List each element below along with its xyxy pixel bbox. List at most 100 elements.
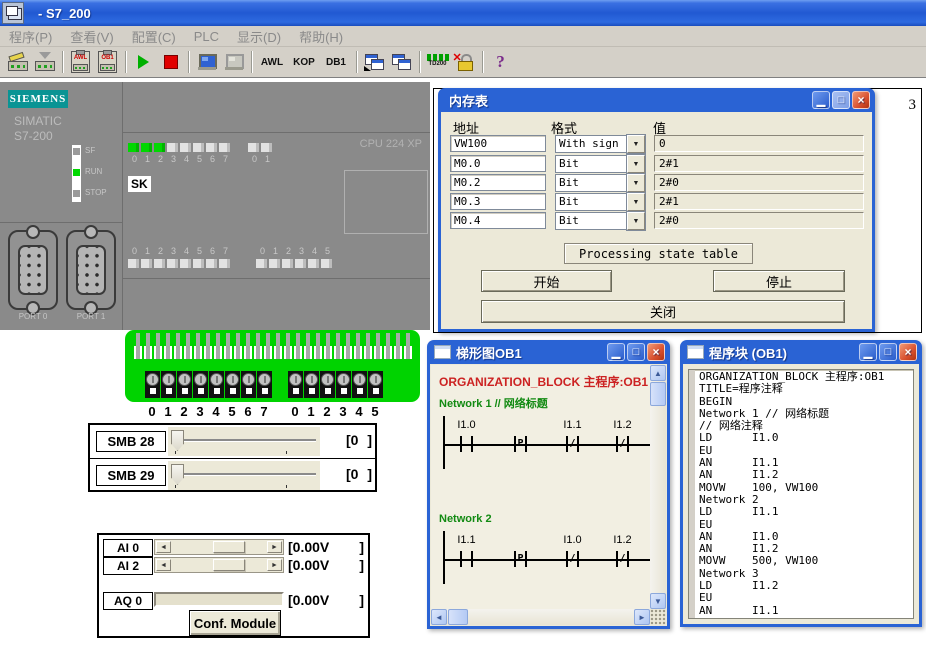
arrange-windows-button[interactable] bbox=[388, 49, 415, 75]
input-switch[interactable] bbox=[177, 371, 192, 398]
stop-button[interactable]: 停止 bbox=[713, 270, 845, 292]
minimize-button[interactable]: ▁ bbox=[607, 343, 625, 361]
menu-view[interactable]: 查看(V) bbox=[61, 27, 122, 46]
format-select[interactable]: With sign ▼ bbox=[555, 135, 645, 153]
input-switch[interactable] bbox=[304, 371, 319, 398]
load-program-button[interactable] bbox=[4, 49, 31, 75]
contact-nc[interactable]: I1.0 / bbox=[566, 551, 579, 567]
dropdown-arrow-icon[interactable]: ▼ bbox=[627, 212, 645, 230]
contact-no[interactable]: I1.1 bbox=[460, 551, 473, 567]
format-select[interactable]: Bit ▼ bbox=[555, 212, 645, 230]
close-button[interactable]: × bbox=[647, 343, 665, 361]
slider-thumb[interactable] bbox=[171, 464, 184, 485]
format-select[interactable]: Bit ▼ bbox=[555, 193, 645, 211]
db1-view-button[interactable]: DB1 bbox=[320, 49, 352, 75]
input-switch[interactable] bbox=[368, 371, 383, 398]
close-button[interactable]: × bbox=[852, 91, 870, 109]
ai2-scrollbar[interactable]: ◄ ► bbox=[154, 557, 284, 573]
address-input[interactable] bbox=[450, 193, 546, 210]
scroll-down-arrow[interactable]: ▼ bbox=[650, 593, 666, 609]
kop-view-button[interactable]: KOP bbox=[288, 49, 320, 75]
scroll-up-arrow[interactable]: ▲ bbox=[650, 365, 666, 381]
contact-edge[interactable]: P bbox=[514, 436, 527, 452]
processing-state-table-button[interactable]: Processing state table bbox=[564, 243, 753, 264]
unlock-button[interactable]: ✕ bbox=[451, 49, 478, 75]
stl-code-area[interactable]: ORGANIZATION_BLOCK 主程序:OB1 TITLE=程序注释 BE… bbox=[688, 369, 914, 619]
address-input[interactable] bbox=[450, 155, 546, 172]
maximize-button[interactable]: □ bbox=[832, 91, 850, 109]
maximize-button[interactable]: □ bbox=[879, 343, 897, 361]
minimize-button[interactable]: ▁ bbox=[812, 91, 830, 109]
input-switch[interactable] bbox=[320, 371, 335, 398]
input-switch[interactable] bbox=[209, 371, 224, 398]
help-button[interactable]: ? bbox=[487, 49, 514, 75]
format-select[interactable]: Bit ▼ bbox=[555, 174, 645, 192]
input-switch[interactable] bbox=[193, 371, 208, 398]
run-button[interactable] bbox=[130, 49, 157, 75]
scroll-left-arrow[interactable]: ◄ bbox=[156, 541, 171, 553]
contact-no[interactable]: I1.0 bbox=[460, 436, 473, 452]
scroll-thumb[interactable] bbox=[213, 541, 245, 553]
input-switch[interactable] bbox=[145, 371, 160, 398]
awl-view-button[interactable]: AWL bbox=[256, 49, 288, 75]
slider-thumb[interactable] bbox=[171, 430, 184, 451]
menu-display[interactable]: 显示(D) bbox=[228, 27, 290, 46]
program-block-titlebar[interactable]: 程序块 (OB1) ▁ □ × bbox=[683, 340, 919, 364]
conf-module-button[interactable]: Conf. Module bbox=[189, 610, 281, 636]
start-button[interactable]: 开始 bbox=[481, 270, 612, 292]
ob1-editor-button[interactable]: OB1 bbox=[94, 49, 121, 75]
close-table-button[interactable]: 关闭 bbox=[481, 300, 845, 323]
input-switch[interactable] bbox=[257, 371, 272, 398]
scroll-thumb[interactable] bbox=[448, 609, 468, 625]
contact-nc[interactable]: I1.1 / bbox=[566, 436, 579, 452]
minimize-button[interactable]: ▁ bbox=[859, 343, 877, 361]
contact-nc[interactable]: I1.2 / bbox=[616, 436, 629, 452]
menu-program[interactable]: 程序(P) bbox=[0, 27, 61, 46]
maximize-button[interactable]: □ bbox=[627, 343, 645, 361]
contact-nc[interactable]: I1.2 / bbox=[616, 551, 629, 567]
input-switch[interactable] bbox=[336, 371, 351, 398]
scroll-thumb[interactable] bbox=[650, 382, 666, 406]
scroll-left-arrow[interactable]: ◄ bbox=[431, 609, 447, 625]
input-switch[interactable] bbox=[161, 371, 176, 398]
memory-table-titlebar[interactable]: 内存表 ▁ □ × bbox=[441, 88, 872, 112]
input-switch[interactable] bbox=[288, 371, 303, 398]
scroll-left-arrow[interactable]: ◄ bbox=[156, 559, 171, 571]
menu-config[interactable]: 配置(C) bbox=[123, 27, 185, 46]
dropdown-arrow-icon[interactable]: ▼ bbox=[627, 135, 645, 153]
td200-button[interactable]: TD200 bbox=[424, 49, 451, 75]
scroll-thumb[interactable] bbox=[213, 559, 245, 571]
address-input[interactable] bbox=[450, 174, 546, 191]
scroll-right-arrow[interactable]: ► bbox=[634, 609, 650, 625]
scroll-right-arrow[interactable]: ► bbox=[267, 541, 282, 553]
resize-grip[interactable] bbox=[650, 609, 666, 625]
vertical-scrollbar[interactable]: ▲ ▼ bbox=[650, 365, 666, 609]
menu-help[interactable]: 帮助(H) bbox=[290, 27, 352, 46]
smb29-slider[interactable] bbox=[168, 461, 320, 490]
dropdown-arrow-icon[interactable]: ▼ bbox=[627, 155, 645, 173]
smb28-slider[interactable] bbox=[168, 427, 320, 456]
input-switch[interactable] bbox=[225, 371, 240, 398]
input-switch[interactable] bbox=[352, 371, 367, 398]
ladder-titlebar[interactable]: 梯形图OB1 ▁ □ × bbox=[430, 340, 667, 364]
horizontal-scrollbar[interactable]: ◄ ► bbox=[431, 609, 650, 625]
awl-editor-button[interactable]: AWL bbox=[67, 49, 94, 75]
stop-led bbox=[73, 190, 80, 197]
stop-button[interactable] bbox=[157, 49, 184, 75]
menu-plc[interactable]: PLC bbox=[185, 29, 228, 44]
app-icon[interactable] bbox=[2, 2, 24, 24]
contact-edge[interactable]: P bbox=[514, 551, 527, 567]
close-button[interactable]: × bbox=[899, 343, 917, 361]
scroll-right-arrow[interactable]: ► bbox=[267, 559, 282, 571]
monitor-off-button[interactable] bbox=[220, 49, 247, 75]
monitor-on-button[interactable] bbox=[193, 49, 220, 75]
address-input[interactable] bbox=[450, 212, 546, 229]
download-program-button[interactable] bbox=[31, 49, 58, 75]
input-switch[interactable] bbox=[241, 371, 256, 398]
dropdown-arrow-icon[interactable]: ▼ bbox=[627, 174, 645, 192]
cascade-windows-button[interactable] bbox=[361, 49, 388, 75]
dropdown-arrow-icon[interactable]: ▼ bbox=[627, 193, 645, 211]
address-input[interactable] bbox=[450, 135, 546, 152]
format-select[interactable]: Bit ▼ bbox=[555, 155, 645, 173]
ai0-scrollbar[interactable]: ◄ ► bbox=[154, 539, 284, 555]
